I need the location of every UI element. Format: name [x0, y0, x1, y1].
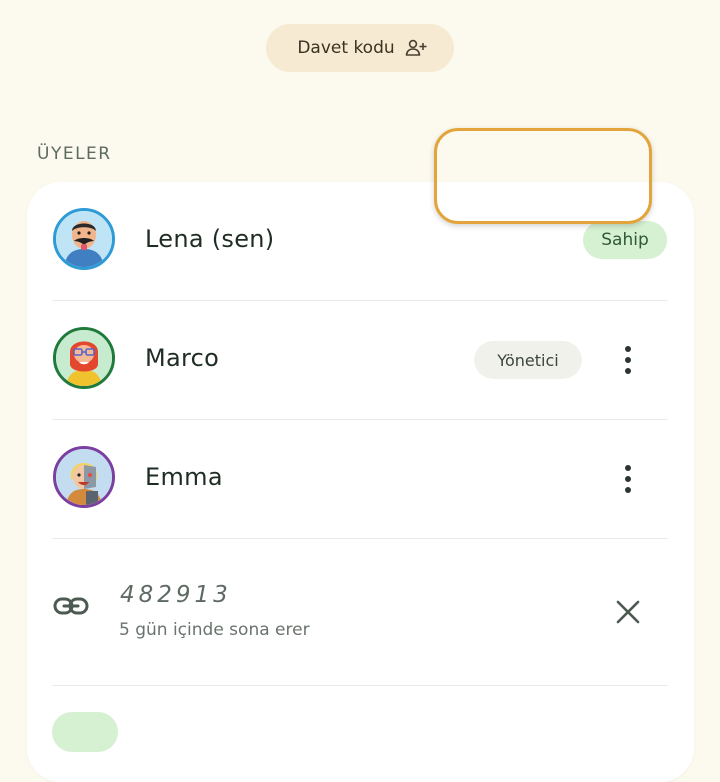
more-vertical-icon[interactable]	[613, 338, 643, 382]
divider	[52, 685, 668, 686]
admin-badge[interactable]: Yönetici	[474, 341, 582, 379]
invite-code-label: Davet kodu	[297, 38, 395, 58]
member-name: Emma	[145, 463, 223, 491]
link-icon	[53, 594, 89, 622]
member-name: Marco	[145, 344, 220, 372]
highlight-box	[434, 128, 652, 224]
avatar	[53, 446, 115, 508]
divider	[52, 538, 668, 539]
avatar	[53, 208, 115, 270]
members-card: Lena (sen) Sahip Marco Yönetici Emma 482…	[27, 182, 694, 782]
member-name: Lena (sen)	[145, 225, 275, 253]
member-row-marco[interactable]: Marco Yönetici	[27, 301, 694, 420]
member-row-emma[interactable]: Emma	[27, 420, 694, 539]
invite-code-value: 482913	[120, 582, 232, 608]
person-add-icon	[405, 39, 427, 57]
members-section-label: ÜYELER	[37, 144, 112, 164]
more-vertical-icon[interactable]	[613, 457, 643, 501]
invite-code-button[interactable]: Davet kodu	[266, 24, 454, 72]
owner-badge: Sahip	[583, 221, 667, 259]
status-badge	[52, 712, 118, 752]
avatar	[53, 327, 115, 389]
invite-code-expiry: 5 gün içinde sona erer	[119, 620, 310, 640]
close-icon[interactable]	[615, 599, 641, 625]
